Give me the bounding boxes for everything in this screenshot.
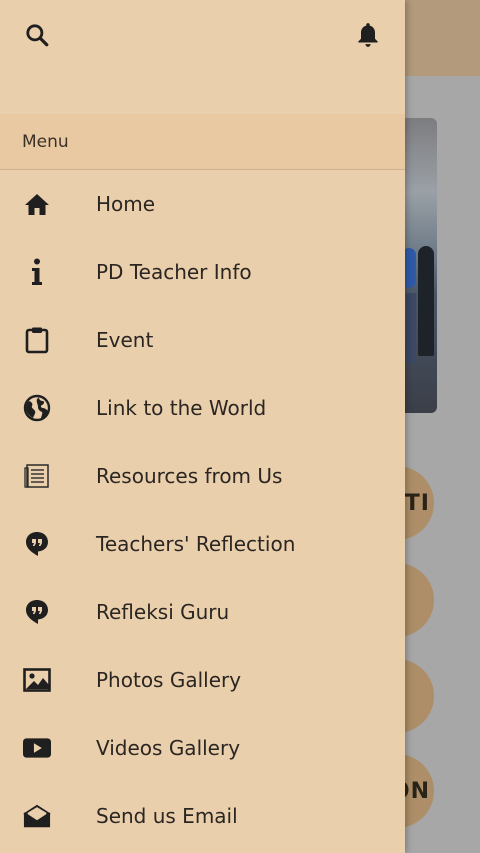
menu-item-link-to-the-world[interactable]: Link to the World bbox=[0, 374, 405, 442]
menu-item-label: Send us Email bbox=[96, 804, 238, 828]
drawer-header bbox=[0, 0, 405, 114]
image-icon bbox=[23, 666, 51, 694]
menu-item-label: Teachers' Reflection bbox=[96, 532, 296, 556]
globe-icon bbox=[23, 394, 51, 422]
menu-item-videos-gallery[interactable]: Videos Gallery bbox=[0, 714, 405, 782]
photo-figure bbox=[406, 293, 416, 363]
menu-section-header: Menu bbox=[0, 114, 405, 170]
menu-list: Home PD Teacher Info Event Link to the W… bbox=[0, 170, 405, 850]
circle-label: TI bbox=[404, 490, 430, 516]
document-icon bbox=[23, 462, 51, 490]
quote-bubble-icon bbox=[23, 530, 51, 558]
info-icon bbox=[23, 258, 51, 286]
menu-item-photos-gallery[interactable]: Photos Gallery bbox=[0, 646, 405, 714]
menu-item-label: Resources from Us bbox=[96, 464, 283, 488]
menu-item-label: Home bbox=[96, 192, 156, 216]
video-icon bbox=[23, 734, 51, 762]
email-icon bbox=[23, 802, 51, 830]
menu-item-event[interactable]: Event bbox=[0, 306, 405, 374]
menu-item-label: Refleksi Guru bbox=[96, 600, 230, 624]
menu-item-label: Videos Gallery bbox=[96, 736, 241, 760]
navigation-drawer: Menu Home PD Teacher Info Event Link to bbox=[0, 0, 405, 853]
search-icon[interactable] bbox=[22, 20, 52, 50]
menu-item-pd-teacher-info[interactable]: PD Teacher Info bbox=[0, 238, 405, 306]
bell-icon[interactable] bbox=[353, 20, 383, 50]
menu-item-send-us-email[interactable]: Send us Email bbox=[0, 782, 405, 850]
menu-item-resources-from-us[interactable]: Resources from Us bbox=[0, 442, 405, 510]
menu-item-label: Event bbox=[96, 328, 154, 352]
quote-bubble-icon bbox=[23, 598, 51, 626]
menu-item-teachers-reflection[interactable]: Teachers' Reflection bbox=[0, 510, 405, 578]
menu-item-home[interactable]: Home bbox=[0, 170, 405, 238]
menu-section-label: Menu bbox=[22, 131, 69, 152]
menu-item-label: PD Teacher Info bbox=[96, 260, 252, 284]
menu-item-label: Photos Gallery bbox=[96, 668, 242, 692]
photo-figure bbox=[418, 246, 434, 356]
menu-item-refleksi-guru[interactable]: Refleksi Guru bbox=[0, 578, 405, 646]
clipboard-icon bbox=[23, 326, 51, 354]
home-icon bbox=[23, 190, 51, 218]
menu-item-label: Link to the World bbox=[96, 396, 267, 420]
